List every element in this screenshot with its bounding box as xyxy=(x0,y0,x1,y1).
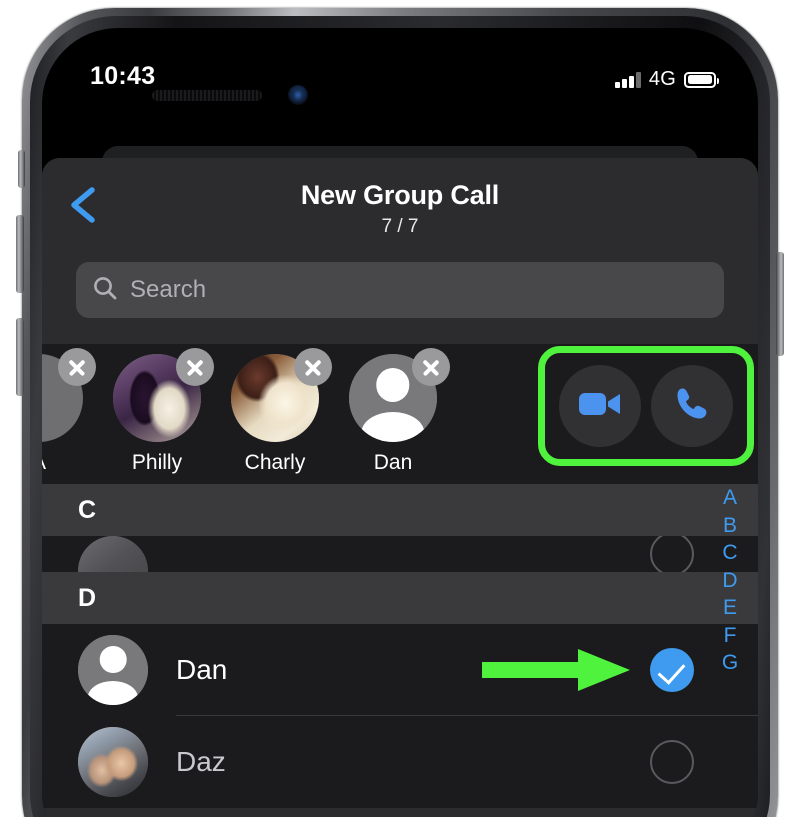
power-button[interactable] xyxy=(776,252,784,356)
avatar xyxy=(78,727,148,797)
phone-screen: 10:43 4G New Group Call 7 / 7 Search Phi… xyxy=(42,28,758,817)
voice-call-button[interactable] xyxy=(651,365,733,447)
table-row[interactable] xyxy=(42,536,758,572)
status-bar-indicators: 4G xyxy=(615,68,719,91)
selected-contact-name: A xyxy=(42,451,46,475)
selected-contact-chip[interactable]: Philly xyxy=(98,344,216,475)
table-row[interactable]: Daz xyxy=(42,716,758,808)
alphabet-index-letter[interactable]: C xyxy=(722,541,737,565)
section-header: D xyxy=(42,572,758,624)
search-container: Search xyxy=(42,262,758,344)
new-group-call-sheet: New Group Call 7 / 7 Search Philly Charl… xyxy=(42,158,758,817)
selected-contact-chip[interactable]: A xyxy=(42,344,98,475)
volume-down-button[interactable] xyxy=(16,318,24,396)
contact-name: Dan xyxy=(176,654,228,685)
alphabet-index-letter[interactable]: E xyxy=(723,596,737,620)
avatar xyxy=(78,635,148,705)
contact-list: C D Dan Daz A B C D E F G xyxy=(42,484,758,808)
close-icon[interactable] xyxy=(294,348,332,386)
page-title: New Group Call xyxy=(300,180,500,210)
network-type-label: 4G xyxy=(648,68,676,90)
status-bar-clock: 10:43 xyxy=(90,62,156,90)
mute-switch-button[interactable] xyxy=(18,150,25,188)
selection-checkbox[interactable] xyxy=(650,536,694,572)
participant-count: 7 / 7 xyxy=(381,216,419,237)
video-camera-icon xyxy=(578,389,622,424)
contact-name: Daz xyxy=(176,746,226,777)
display-notch xyxy=(280,28,520,72)
call-actions-highlight xyxy=(538,346,754,466)
selected-contacts-strip: A Philly Charly Dan xyxy=(42,344,758,484)
annotation-arrow-icon xyxy=(482,647,630,693)
alphabet-index-letter[interactable]: B xyxy=(723,514,737,538)
volume-up-button[interactable] xyxy=(16,215,24,293)
selected-contact-name: Philly xyxy=(131,451,183,474)
avatar xyxy=(78,536,148,572)
selected-contact-name: Charly xyxy=(244,451,306,474)
alphabet-index-letter[interactable]: F xyxy=(724,624,737,648)
search-input[interactable]: Search xyxy=(76,262,724,318)
video-call-button[interactable] xyxy=(559,365,641,447)
selected-contact-name: Dan xyxy=(373,451,413,474)
alphabet-index[interactable]: A B C D E F G xyxy=(710,484,750,808)
phone-handset-icon xyxy=(672,384,712,429)
screenshot-root: 10:43 4G New Group Call 7 / 7 Search Phi… xyxy=(0,0,800,817)
alphabet-index-letter[interactable]: A xyxy=(723,486,737,510)
alphabet-index-letter[interactable]: D xyxy=(722,569,737,593)
table-row[interactable]: Dan xyxy=(42,624,758,716)
close-icon[interactable] xyxy=(412,348,450,386)
section-header: C xyxy=(42,484,758,536)
search-placeholder: Search xyxy=(130,276,207,303)
selection-checkbox[interactable] xyxy=(650,740,694,784)
signal-bars-icon xyxy=(615,71,641,88)
earpiece-speaker xyxy=(152,90,262,101)
selected-contact-chip[interactable]: Charly xyxy=(216,344,334,475)
close-icon[interactable] xyxy=(58,348,96,386)
selected-contact-chip[interactable]: Dan xyxy=(334,344,452,475)
close-icon[interactable] xyxy=(176,348,214,386)
sheet-header: New Group Call 7 / 7 xyxy=(42,158,758,262)
selection-checkbox[interactable] xyxy=(650,648,694,692)
battery-full-icon xyxy=(684,71,719,88)
front-camera-icon xyxy=(288,85,308,105)
search-icon xyxy=(92,275,118,306)
alphabet-index-letter[interactable]: G xyxy=(722,651,738,675)
